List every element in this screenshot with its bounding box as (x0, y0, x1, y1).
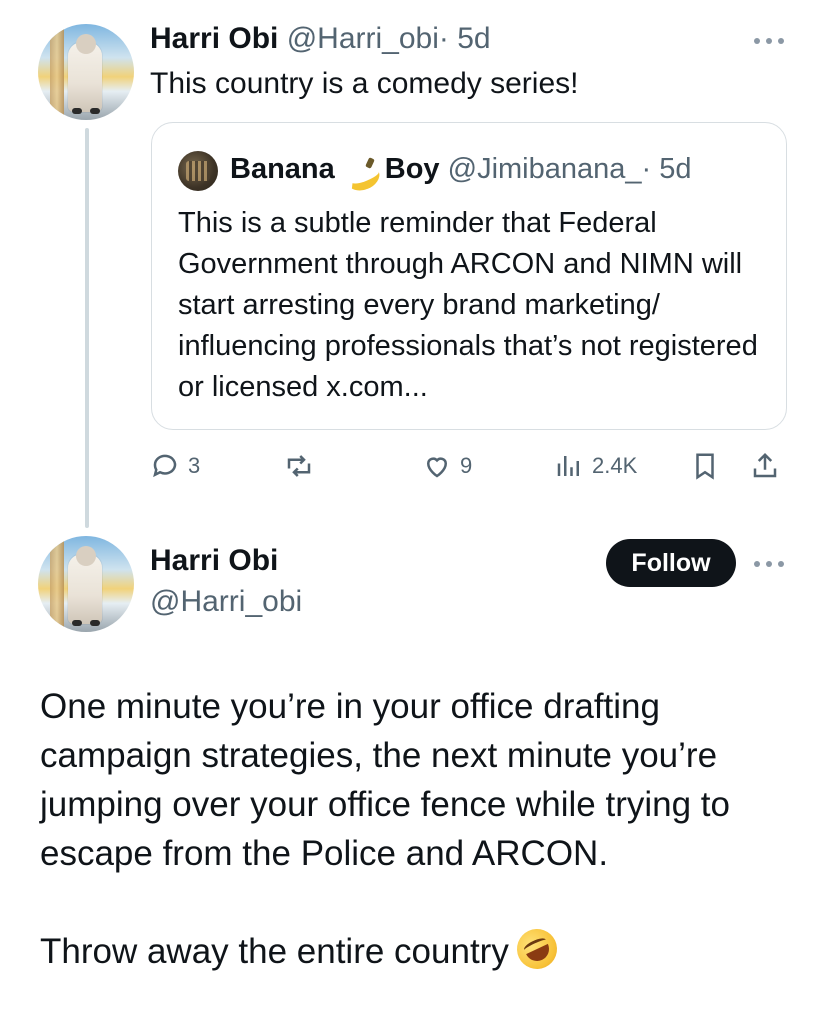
views-button[interactable]: 2.4K (554, 446, 637, 486)
like-count: 9 (460, 453, 473, 478)
post-detail-page: Harri Obi @Harri_obi· 5d This country is… (0, 0, 828, 1017)
post-paragraph: One minute you’re in your office draftin… (40, 687, 730, 873)
reply-count: 3 (188, 453, 201, 478)
heart-icon (426, 457, 448, 478)
author-name[interactable]: Harri Obi (150, 22, 278, 55)
bookmark-button[interactable] (690, 446, 720, 486)
like-button[interactable]: 9 (422, 446, 472, 486)
quoted-post-card[interactable]: Banana Boy @Jimibanana_· 5d This is a sub… (151, 122, 787, 430)
views-icon (557, 456, 579, 476)
repost-icon (287, 455, 311, 477)
quoted-author-name-part1[interactable]: Banana (230, 153, 335, 185)
repost-button[interactable] (284, 446, 314, 486)
more-icon[interactable] (754, 36, 788, 46)
bookmark-icon (696, 453, 714, 480)
author-handle[interactable]: @Harri_obi (150, 582, 302, 622)
main-post-text: One minute you’re in your office draftin… (40, 682, 800, 976)
share-button[interactable] (750, 446, 780, 486)
reply-icon (153, 454, 177, 478)
post-actions-bar: 3 9 2.4K (150, 446, 790, 486)
quoted-post-time: · 5d (641, 153, 692, 185)
quoted-avatar[interactable] (178, 151, 218, 191)
parent-post-text: This country is a comedy series! (150, 67, 579, 100)
quoted-author-name-part2[interactable]: Boy (385, 153, 440, 185)
parent-post-header: Harri Obi @Harri_obi· 5d (150, 22, 491, 56)
avatar[interactable] (38, 536, 134, 632)
follow-button[interactable]: Follow (606, 539, 736, 587)
quoted-post-header: Banana Boy @Jimibanana_· 5d (230, 153, 692, 186)
share-icon (753, 452, 777, 478)
more-icon[interactable] (754, 559, 788, 569)
banana-emoji (341, 156, 379, 184)
main-post-author: Harri Obi @Harri_obi (150, 540, 302, 622)
post-time[interactable]: · 5d (439, 22, 491, 55)
post-paragraph-text: Throw away the entire country (40, 932, 509, 971)
avatar[interactable] (38, 24, 134, 120)
author-handle[interactable]: @Harri_obi (287, 22, 439, 55)
author-name[interactable]: Harri Obi (150, 540, 302, 582)
quoted-post-text: This is a subtle reminder that Federal G… (178, 207, 758, 403)
quoted-author-handle[interactable]: @Jimibanana_ (448, 153, 642, 185)
reply-button[interactable]: 3 (150, 446, 200, 486)
views-count: 2.4K (592, 453, 638, 478)
rolling-on-floor-laughing-emoji (510, 922, 564, 976)
post-paragraph-2: Throw away the entire country (40, 922, 800, 976)
thread-connector (85, 128, 89, 528)
